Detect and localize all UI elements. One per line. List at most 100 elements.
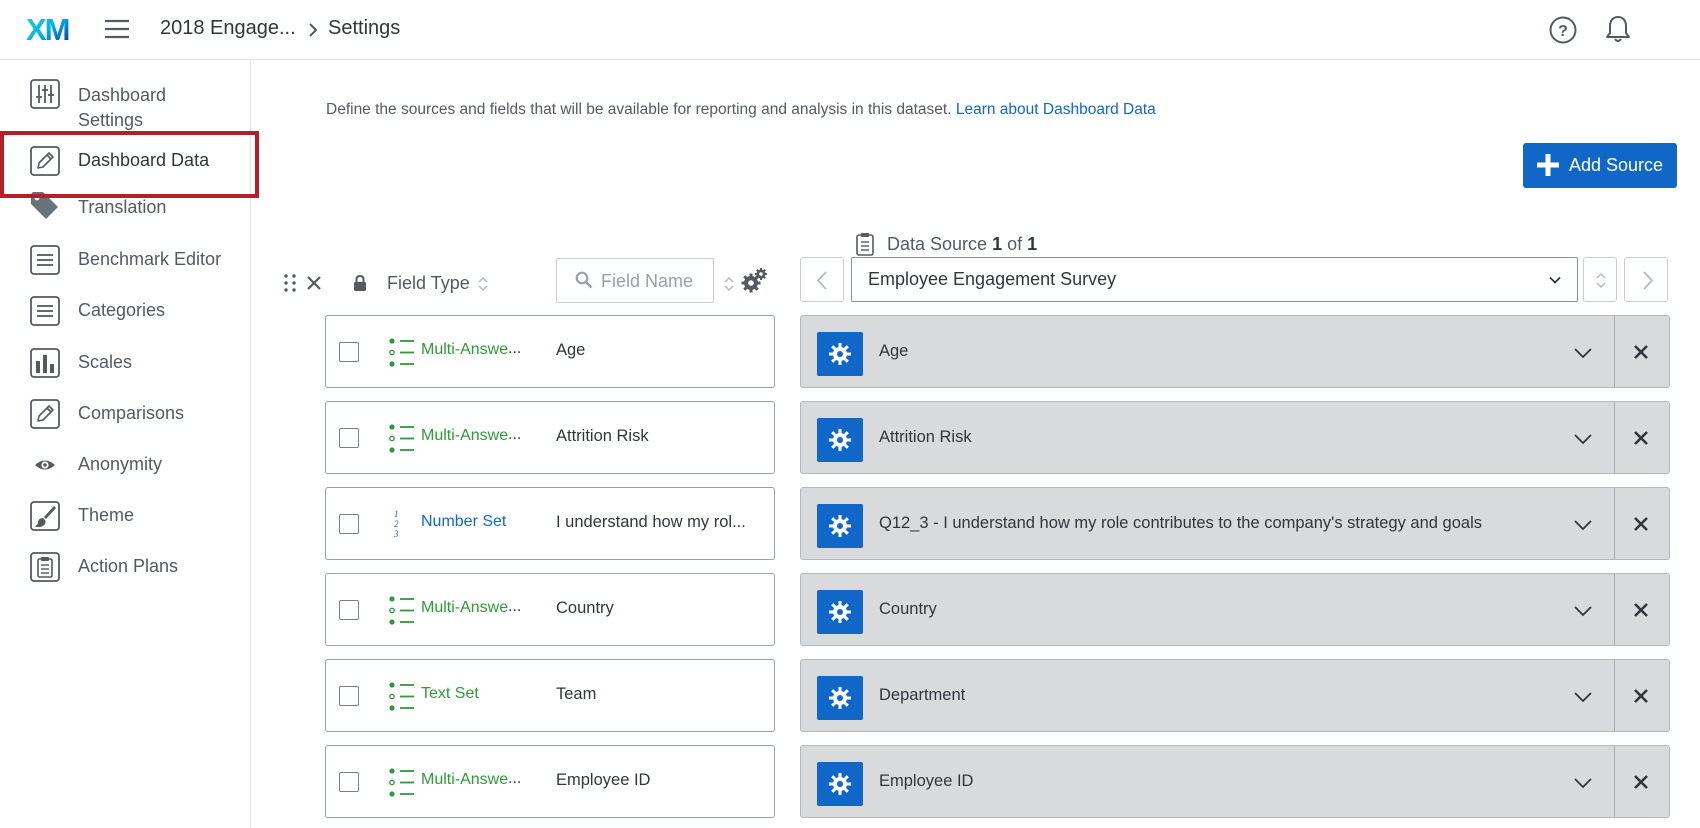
notification-bell-icon[interactable] — [1604, 14, 1632, 44]
field-settings-button[interactable] — [817, 332, 863, 376]
mapped-field-name: Country — [879, 600, 937, 618]
clipboard-icon — [855, 232, 875, 256]
sidebar-item-label: Settings — [78, 110, 144, 130]
drag-handle-icon[interactable] — [283, 273, 297, 293]
sidebar-item-benchmark-editor[interactable]: Benchmark Editor — [0, 235, 250, 285]
learn-about-dashboard-data-link[interactable]: Learn about Dashboard Data — [956, 101, 1156, 118]
field-row[interactable]: Multi-Answe ... Employee ID — [325, 745, 775, 818]
mapped-field-name: Attrition Risk — [879, 428, 972, 446]
sort-icon[interactable] — [477, 275, 489, 293]
field-settings-button[interactable] — [817, 762, 863, 806]
field-row[interactable]: Multi-Answe ... Age — [325, 315, 775, 388]
pencil-square-icon — [29, 145, 61, 177]
remove-field-icon[interactable] — [1633, 774, 1649, 790]
previous-source-button[interactable] — [800, 257, 844, 302]
row-checkbox[interactable] — [339, 772, 359, 792]
sidebar-item-theme[interactable]: Theme — [0, 491, 250, 541]
chevron-down-icon[interactable] — [1573, 518, 1593, 532]
multi-answer-icon — [388, 337, 416, 367]
chevron-down-icon[interactable] — [1573, 346, 1593, 360]
sidebar-item-scales[interactable]: Scales — [0, 338, 250, 388]
field-row[interactable]: 123 Number Set I understand how my rol..… — [325, 487, 775, 560]
sidebar-item-dashboard-settings[interactable]: Dashboard Settings — [0, 70, 250, 130]
breadcrumb-current: Settings — [328, 17, 401, 39]
field-type-label: Text Set — [421, 685, 479, 702]
breadcrumb-project[interactable]: 2018 Engage... — [160, 17, 296, 40]
number-set-icon: 123 — [388, 509, 416, 539]
sidebar-item-categories[interactable]: Categories — [0, 286, 250, 336]
sidebar-item-dashboard-data[interactable]: Dashboard Data — [0, 136, 250, 186]
chevron-down-icon[interactable] — [1573, 604, 1593, 618]
field-settings-button[interactable] — [817, 504, 863, 548]
row-checkbox[interactable] — [339, 428, 359, 448]
svg-text:?: ? — [1558, 23, 1568, 40]
active-indicator — [0, 136, 4, 186]
sidebar-item-label: Comparisons — [78, 403, 185, 423]
sidebar-item-action-plans[interactable]: Action Plans — [0, 542, 250, 592]
chevron-down-icon[interactable] — [1573, 690, 1593, 704]
sidebar-item-label: Translation — [78, 197, 167, 217]
sort-icon[interactable] — [723, 275, 735, 293]
add-source-button[interactable]: Add Source — [1523, 143, 1677, 188]
sidebar-item-comparisons[interactable]: Comparisons — [0, 389, 250, 439]
sidebar-item-label: Categories — [78, 300, 166, 320]
help-icon[interactable]: ? — [1548, 15, 1578, 45]
hamburger-menu-icon[interactable] — [104, 18, 130, 40]
divider — [1614, 402, 1615, 473]
list-icon — [29, 244, 61, 276]
remove-field-icon[interactable] — [1633, 602, 1649, 618]
sidebar-item-label: Scales — [78, 352, 133, 372]
row-checkbox[interactable] — [339, 600, 359, 620]
remove-field-icon[interactable] — [1633, 344, 1649, 360]
row-checkbox[interactable] — [339, 514, 359, 534]
clipboard-icon — [29, 551, 61, 583]
ellipsis-text: ... — [508, 598, 522, 615]
search-icon — [575, 271, 593, 289]
remove-field-icon[interactable] — [1633, 688, 1649, 704]
chevron-down-icon[interactable] — [1573, 776, 1593, 790]
data-source-of: of — [1007, 234, 1023, 254]
sidebar-item-label: Theme — [78, 505, 135, 525]
field-name: Employee ID — [556, 771, 651, 789]
xm-logo[interactable]: XM — [26, 12, 76, 44]
gear-icon[interactable] — [740, 267, 768, 295]
close-icon[interactable] — [305, 274, 323, 292]
sidebar-item-label: Action Plans — [78, 556, 179, 576]
field-name: I understand how my rol... — [556, 513, 746, 531]
remove-field-icon[interactable] — [1633, 516, 1649, 532]
field-row[interactable]: Multi-Answe ... Attrition Risk — [325, 401, 775, 474]
paintbrush-icon — [29, 500, 61, 532]
remove-field-icon[interactable] — [1633, 430, 1649, 446]
data-source-select[interactable]: Employee Engagement Survey — [851, 257, 1578, 302]
svg-text:3: 3 — [393, 529, 399, 539]
mapped-field-name: Employee ID — [879, 772, 974, 790]
field-name-input[interactable] — [601, 269, 709, 293]
mapped-field-row: Department — [800, 659, 1670, 732]
sidebar-item-anonymity[interactable]: Anonymity — [0, 440, 250, 490]
field-row[interactable]: Multi-Answe ... Country — [325, 573, 775, 646]
field-settings-button[interactable] — [817, 676, 863, 720]
field-settings-button[interactable] — [817, 418, 863, 462]
next-source-button[interactable] — [1624, 257, 1668, 302]
divider — [1614, 574, 1615, 645]
pencil-square-icon — [29, 398, 61, 430]
mapped-field-row: Age — [800, 315, 1670, 388]
source-sort-button[interactable] — [1583, 257, 1617, 302]
chevron-down-icon[interactable] — [1573, 432, 1593, 446]
field-row[interactable]: Text Set Team — [325, 659, 775, 732]
data-source-total: 1 — [1027, 234, 1038, 254]
sidebar-item-label: Dashboard — [78, 85, 167, 105]
field-name: Country — [556, 599, 614, 617]
description-text: Define the sources and fields that will … — [326, 101, 952, 118]
divider — [1614, 660, 1615, 731]
row-checkbox[interactable] — [339, 686, 359, 706]
svg-text:1: 1 — [394, 509, 399, 519]
multi-answer-icon — [388, 423, 416, 453]
row-checkbox[interactable] — [339, 342, 359, 362]
field-type-header[interactable]: Field Type — [387, 273, 470, 294]
field-settings-button[interactable] — [817, 590, 863, 634]
tag-icon — [29, 190, 61, 222]
sidebar-item-translation[interactable]: Translation — [0, 184, 250, 234]
field-name-search-field[interactable] — [556, 258, 714, 303]
field-type-label: Multi-Answe — [421, 427, 509, 444]
